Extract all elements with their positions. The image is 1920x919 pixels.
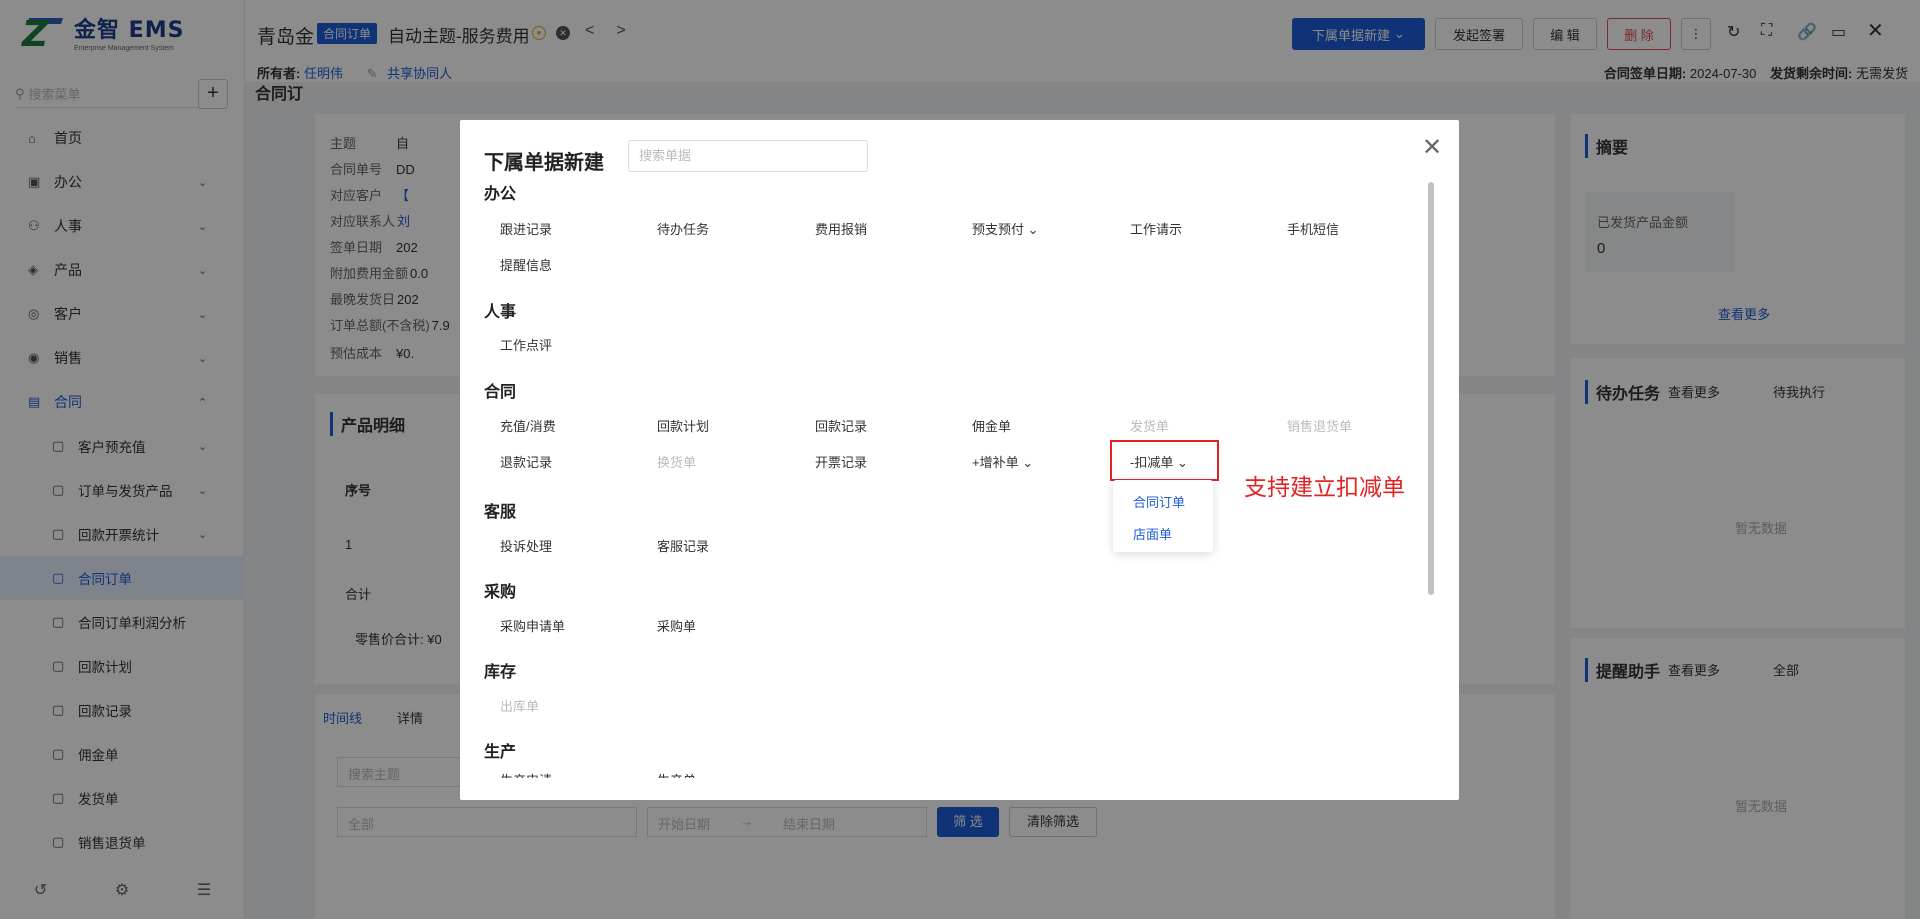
item-purchase-request[interactable]: 采购申请单 (500, 616, 565, 635)
modal-scrollbar[interactable] (1428, 182, 1434, 595)
item-todo[interactable]: 待办任务 (657, 219, 709, 238)
item-outbound: 出库单 (500, 699, 540, 714)
dropdown-item-store-order[interactable]: 店面单 (1133, 524, 1172, 543)
item-production-request[interactable]: 生产申请 (500, 770, 552, 778)
section-title-inventory: 库存 (484, 664, 517, 681)
item-production-order[interactable]: 生产单 (657, 770, 696, 778)
item-complaint[interactable]: 投诉处理 (500, 536, 552, 555)
item-sms[interactable]: 手机短信 (1287, 219, 1339, 238)
deduction-dropdown-menu: 合同订单 店面单 (1113, 480, 1213, 552)
section-title-office: 办公 (484, 186, 517, 203)
item-payment-record[interactable]: 回款记录 (815, 416, 867, 435)
item-expense[interactable]: 费用报销 (815, 219, 867, 238)
document-search-input[interactable]: 搜索单据 (628, 140, 868, 172)
section-title-purchase: 采购 (484, 584, 517, 601)
item-payment-plan[interactable]: 回款计划 (657, 416, 709, 435)
item-follow-up[interactable]: 跟进记录 (500, 219, 552, 238)
section-title-service: 客服 (484, 504, 517, 521)
item-service-record[interactable]: 客服记录 (657, 536, 709, 555)
item-reminder[interactable]: 提醒信息 (500, 255, 552, 274)
section-title-production: 生产 (484, 744, 517, 761)
item-commission[interactable]: 佣金单 (972, 416, 1011, 435)
section-title-contract: 合同 (484, 384, 517, 401)
item-review[interactable]: 工作点评 (500, 335, 552, 354)
item-advance[interactable]: 预支预付 ⌄ (972, 219, 1039, 238)
item-recharge[interactable]: 充值/消费 (500, 416, 556, 435)
chevron-down-icon: ⌄ (1027, 222, 1039, 237)
new-sub-document-modal: 下属单据新建 搜索单据 ✕ 办公 跟进记录 待办任务 费用报销 预支预付 ⌄ 工… (460, 120, 1459, 800)
item-request[interactable]: 工作请示 (1130, 219, 1182, 238)
close-icon[interactable]: ✕ (1422, 136, 1442, 160)
annotation-text: 支持建立扣减单 (1244, 475, 1405, 501)
item-supplement[interactable]: +增补单 ⌄ (972, 452, 1033, 471)
item-purchase-order[interactable]: 采购单 (657, 616, 696, 635)
item-refund[interactable]: 退款记录 (500, 452, 552, 471)
item-delivery: 发货单 (1130, 419, 1170, 434)
chevron-down-icon: ⌄ (1022, 455, 1034, 470)
highlight-box (1110, 440, 1219, 481)
item-invoice[interactable]: 开票记录 (815, 452, 867, 471)
modal-title: 下属单据新建 (484, 152, 604, 174)
item-exchange: 换货单 (657, 455, 697, 470)
dropdown-item-contract-order[interactable]: 合同订单 (1133, 492, 1185, 511)
section-title-hr: 人事 (484, 304, 517, 321)
item-sales-return: 销售退货单 (1287, 419, 1353, 434)
